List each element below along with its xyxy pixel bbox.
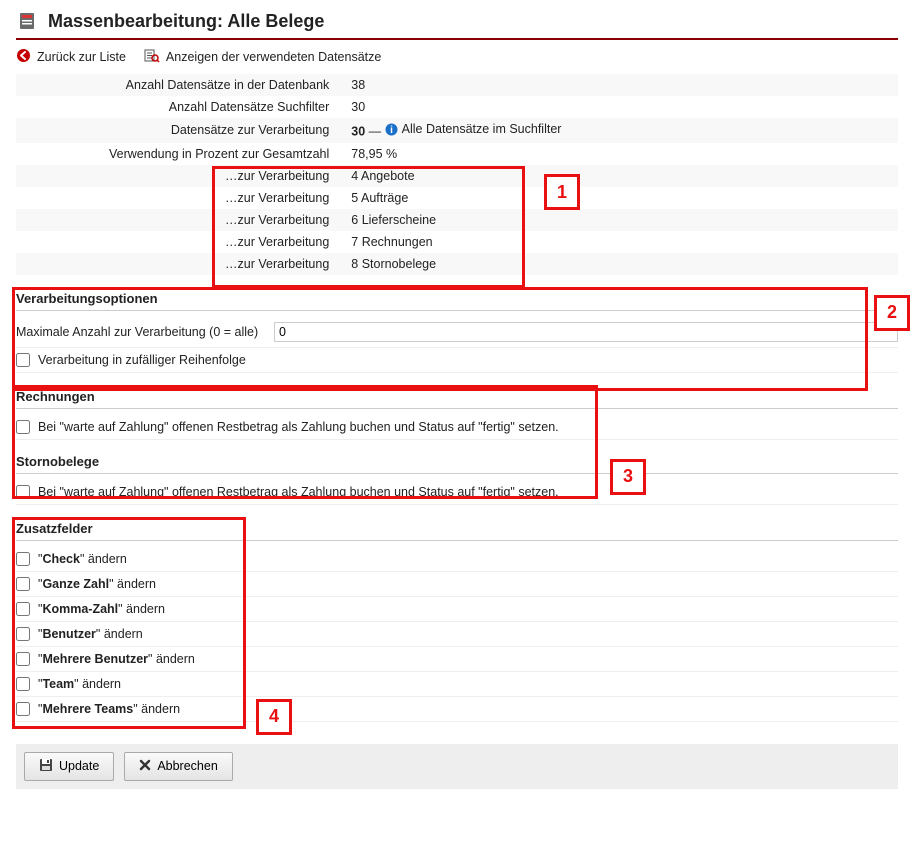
- update-button-label: Update: [59, 759, 99, 773]
- rechnungen-heading: Rechnungen: [16, 389, 898, 409]
- max-count-label: Maximale Anzahl zur Verarbeitung (0 = al…: [16, 325, 264, 339]
- back-to-list-link[interactable]: Zurück zur Liste: [16, 48, 126, 66]
- info-wrapper: Anzahl Datensätze in der Datenbank 38 An…: [16, 74, 898, 275]
- table-row: Anzahl Datensätze in der Datenbank 38: [16, 74, 898, 96]
- page-header: Massenbearbeitung: Alle Belege: [16, 10, 898, 40]
- zusatz-label: "Komma-Zahl" ändern: [38, 602, 165, 616]
- table-row: …zur Verarbeitung 4 Angebote: [16, 165, 898, 187]
- max-count-row: Maximale Anzahl zur Verarbeitung (0 = al…: [16, 317, 898, 348]
- save-icon: [39, 758, 53, 775]
- summary-label: Datensätze zur Verarbeitung: [16, 118, 343, 143]
- summary-label: Verwendung in Prozent zur Gesamtzahl: [16, 143, 343, 165]
- random-order-label: Verarbeitung in zufälliger Reihenfolge: [38, 353, 246, 367]
- table-row: …zur Verarbeitung 8 Stornobelege: [16, 253, 898, 275]
- rechnungen-cb-row: Bei "warte auf Zahlung" offenen Restbetr…: [16, 415, 898, 440]
- zusatzfelder-section: Zusatzfelder "Check" ändern "Ganze Zahl"…: [16, 521, 898, 722]
- zusatz-checkbox-team[interactable]: [16, 677, 30, 691]
- zusatz-checkbox-mehrere-teams[interactable]: [16, 702, 30, 716]
- update-button[interactable]: Update: [24, 752, 114, 781]
- storno-cb-row: Bei "warte auf Zahlung" offenen Restbetr…: [16, 480, 898, 505]
- zusatz-label: "Team" ändern: [38, 677, 121, 691]
- page-title: Massenbearbeitung: Alle Belege: [48, 11, 324, 32]
- zusatz-checkbox-check[interactable]: [16, 552, 30, 566]
- button-bar: Update Abbrechen: [16, 744, 898, 789]
- zusatz-checkbox-benutzer[interactable]: [16, 627, 30, 641]
- breakdown-label: …zur Verarbeitung: [16, 253, 343, 275]
- random-order-row: Verarbeitung in zufälliger Reihenfolge: [16, 348, 898, 373]
- info-icon: i: [385, 123, 398, 136]
- table-row: …zur Verarbeitung 7 Rechnungen: [16, 231, 898, 253]
- show-used-records-link[interactable]: Anzeigen der verwendeten Datensätze: [144, 48, 381, 66]
- processing-options-heading: Verarbeitungsoptionen: [16, 291, 898, 311]
- zusatz-row: "Mehrere Teams" ändern: [16, 697, 898, 722]
- close-icon: [139, 759, 151, 774]
- document-icon: [16, 10, 38, 32]
- zusatz-row: "Mehrere Benutzer" ändern: [16, 647, 898, 672]
- zusatz-row: "Check" ändern: [16, 547, 898, 572]
- storno-cb-label: Bei "warte auf Zahlung" offenen Restbetr…: [38, 485, 559, 499]
- zusatz-label: "Check" ändern: [38, 552, 127, 566]
- summary-value: 38: [343, 74, 898, 96]
- zusatz-label: "Ganze Zahl" ändern: [38, 577, 156, 591]
- processing-options-section: Verarbeitungsoptionen Maximale Anzahl zu…: [16, 291, 898, 373]
- breakdown-label: …zur Verarbeitung: [16, 209, 343, 231]
- breakdown-value: 4 Angebote: [343, 165, 898, 187]
- back-arrow-icon: [16, 48, 31, 66]
- breakdown-value: 7 Rechnungen: [343, 231, 898, 253]
- cancel-button-label: Abbrechen: [157, 759, 217, 773]
- zusatz-row: "Ganze Zahl" ändern: [16, 572, 898, 597]
- breakdown-label: …zur Verarbeitung: [16, 231, 343, 253]
- rechnungen-cb-label: Bei "warte auf Zahlung" offenen Restbetr…: [38, 420, 559, 434]
- svg-text:i: i: [390, 125, 393, 136]
- action-bar: Zurück zur Liste Anzeigen der verwendete…: [16, 48, 898, 66]
- table-row: Datensätze zur Verarbeitung 30 — i Alle …: [16, 118, 898, 143]
- cancel-button[interactable]: Abbrechen: [124, 752, 232, 781]
- summary-value: 78,95 %: [343, 143, 898, 165]
- summary-label: Anzahl Datensätze Suchfilter: [16, 96, 343, 118]
- table-row: Anzahl Datensätze Suchfilter 30: [16, 96, 898, 118]
- max-count-input[interactable]: [274, 322, 898, 342]
- show-used-records-label: Anzeigen der verwendeten Datensätze: [166, 50, 381, 64]
- breakdown-value: 5 Aufträge: [343, 187, 898, 209]
- storno-checkbox[interactable]: [16, 485, 30, 499]
- random-order-checkbox[interactable]: [16, 353, 30, 367]
- rechnungen-storno-section: Rechnungen Bei "warte auf Zahlung" offen…: [16, 389, 898, 505]
- storno-heading: Stornobelege: [16, 454, 898, 474]
- breakdown-value: 8 Stornobelege: [343, 253, 898, 275]
- zusatz-label: "Mehrere Teams" ändern: [38, 702, 180, 716]
- list-search-icon: [144, 48, 160, 66]
- zusatz-checkbox-komma-zahl[interactable]: [16, 602, 30, 616]
- summary-value: 30: [343, 96, 898, 118]
- table-row: Verwendung in Prozent zur Gesamtzahl 78,…: [16, 143, 898, 165]
- breakdown-label: …zur Verarbeitung: [16, 165, 343, 187]
- zusatz-checkbox-ganze-zahl[interactable]: [16, 577, 30, 591]
- breakdown-label: …zur Verarbeitung: [16, 187, 343, 209]
- summary-value: 30 — i Alle Datensätze im Suchfilter: [343, 118, 898, 143]
- info-note: i Alle Datensätze im Suchfilter: [385, 122, 562, 136]
- zusatz-row: "Benutzer" ändern: [16, 622, 898, 647]
- table-row: …zur Verarbeitung 6 Lieferscheine: [16, 209, 898, 231]
- back-to-list-label: Zurück zur Liste: [37, 50, 126, 64]
- zusatz-label: "Benutzer" ändern: [38, 627, 143, 641]
- summary-table: Anzahl Datensätze in der Datenbank 38 An…: [16, 74, 898, 275]
- zusatz-row: "Komma-Zahl" ändern: [16, 597, 898, 622]
- breakdown-value: 6 Lieferscheine: [343, 209, 898, 231]
- zusatz-label: "Mehrere Benutzer" ändern: [38, 652, 195, 666]
- zusatz-row: "Team" ändern: [16, 672, 898, 697]
- zusatzfelder-heading: Zusatzfelder: [16, 521, 898, 541]
- summary-label: Anzahl Datensätze in der Datenbank: [16, 74, 343, 96]
- zusatz-checkbox-mehrere-benutzer[interactable]: [16, 652, 30, 666]
- rechnungen-checkbox[interactable]: [16, 420, 30, 434]
- table-row: …zur Verarbeitung 5 Aufträge: [16, 187, 898, 209]
